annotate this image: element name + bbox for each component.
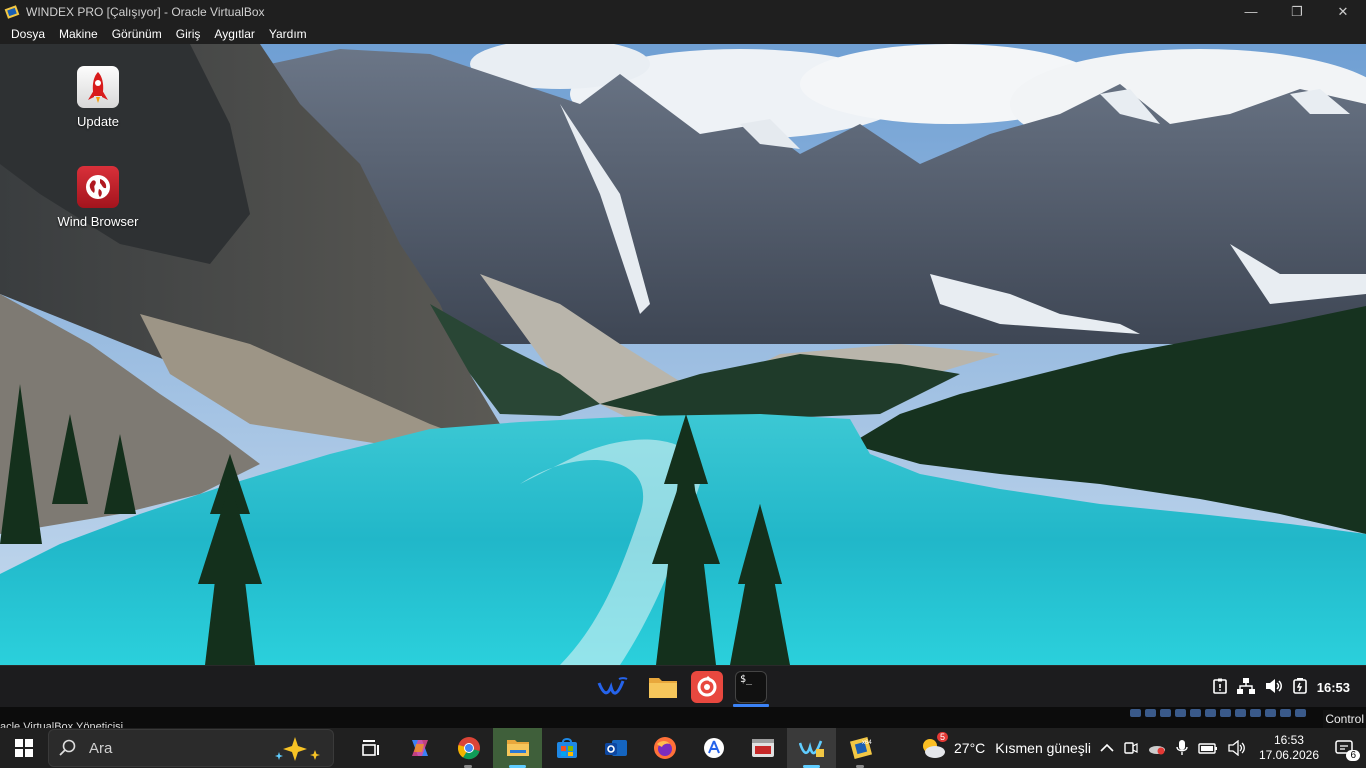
start-button[interactable] bbox=[0, 728, 48, 768]
guest-desktop: Update Wind Browser bbox=[0, 44, 1366, 665]
microphone-icon[interactable] bbox=[1176, 740, 1188, 756]
svg-text:x64: x64 bbox=[862, 740, 872, 746]
copilot-button[interactable] bbox=[395, 728, 444, 768]
desktop-icon-label: Update bbox=[77, 114, 119, 129]
host-taskbar: Ara x64 5 27°C Kısmen güneşli 16:53 17.0… bbox=[0, 728, 1366, 768]
chrome-button[interactable] bbox=[444, 728, 493, 768]
outlook-button[interactable] bbox=[591, 728, 640, 768]
weather-badge: 5 bbox=[936, 732, 948, 742]
firefox-icon bbox=[653, 737, 676, 759]
chrome-icon bbox=[457, 737, 480, 760]
guest-panel: $_ 16:53 bbox=[0, 665, 1366, 707]
notification-count: 6 bbox=[1346, 750, 1360, 761]
battery-status-icon[interactable] bbox=[1198, 741, 1218, 755]
sparkle-icon bbox=[275, 737, 320, 761]
vbox-status-bar: acle VirtualBox Yöneticisi Control bbox=[0, 707, 1366, 733]
notification-bell-icon[interactable]: 6 bbox=[1334, 738, 1360, 761]
store-icon bbox=[556, 738, 577, 758]
desktop-icon-label: Wind Browser bbox=[57, 214, 139, 229]
camera-icon[interactable] bbox=[1124, 740, 1138, 756]
window-title: WINDEX PRO [Çalışıyor] - Oracle VirtualB… bbox=[26, 4, 265, 19]
search-placeholder: Ara bbox=[89, 739, 113, 757]
browser-icon[interactable] bbox=[691, 671, 723, 703]
menu-makine[interactable]: Makine bbox=[52, 27, 105, 41]
desktop-wallpaper bbox=[0, 44, 1366, 665]
menu-dosya[interactable]: Dosya bbox=[4, 27, 52, 41]
copilot-icon bbox=[411, 740, 428, 756]
app-icon bbox=[703, 738, 724, 758]
host-key-label: Control bbox=[1323, 710, 1366, 728]
task-view-icon bbox=[361, 740, 379, 756]
close-button[interactable]: ✕ bbox=[1320, 0, 1366, 23]
guest-tray: 16:53 bbox=[1212, 666, 1350, 708]
terminal-icon[interactable]: $_ bbox=[735, 671, 767, 703]
file-explorer-button[interactable] bbox=[493, 728, 542, 768]
virtualbox-manager-button[interactable]: x64 bbox=[836, 728, 885, 768]
folder-icon[interactable] bbox=[647, 671, 679, 703]
virtualbox-icon: x64 bbox=[849, 736, 872, 760]
clipboard-icon[interactable] bbox=[1212, 678, 1227, 697]
file-explorer-icon bbox=[506, 740, 529, 756]
clock-time: 16:53 bbox=[1273, 733, 1304, 747]
wind-logo-icon[interactable] bbox=[597, 671, 629, 703]
virtualbox-logo-icon bbox=[4, 4, 20, 19]
snipping-tool-button[interactable] bbox=[738, 728, 787, 768]
onedrive-icon[interactable] bbox=[1148, 741, 1166, 755]
volume-icon[interactable] bbox=[1265, 678, 1283, 697]
battery-icon[interactable] bbox=[1292, 677, 1307, 697]
window-app-icon bbox=[751, 739, 774, 757]
chevron-up-icon[interactable] bbox=[1100, 743, 1114, 753]
menu-gorunum[interactable]: Görünüm bbox=[105, 27, 169, 41]
virtualbox-button[interactable] bbox=[787, 728, 836, 768]
task-view-button[interactable] bbox=[346, 728, 395, 768]
minimize-button[interactable]: — bbox=[1228, 0, 1274, 23]
vbox-menubar: Dosya Makine Görünüm Giriş Aygıtlar Yard… bbox=[0, 23, 1366, 44]
desktop-icon-update[interactable]: Update bbox=[48, 66, 148, 129]
vbox-status-icons[interactable] bbox=[1130, 709, 1306, 717]
weather-desc: Kısmen güneşli bbox=[995, 740, 1091, 756]
menu-yardim[interactable]: Yardım bbox=[262, 27, 314, 41]
wind-logo-icon bbox=[798, 740, 824, 757]
network-icon[interactable] bbox=[1236, 677, 1255, 697]
search-box[interactable]: Ara bbox=[48, 729, 334, 767]
menu-giris[interactable]: Giriş bbox=[169, 27, 208, 41]
speaker-icon[interactable] bbox=[1228, 740, 1246, 756]
menu-aygitlar[interactable]: Aygıtlar bbox=[207, 27, 261, 41]
firefox-button[interactable] bbox=[640, 728, 689, 768]
desktop-icon-wind-browser[interactable]: Wind Browser bbox=[48, 166, 148, 229]
globe-icon bbox=[77, 166, 119, 208]
app-installer-button[interactable] bbox=[689, 728, 738, 768]
guest-clock[interactable]: 16:53 bbox=[1317, 680, 1350, 695]
search-icon bbox=[59, 739, 76, 756]
weather-icon: 5 bbox=[920, 732, 948, 760]
store-button[interactable] bbox=[542, 728, 591, 768]
windows-logo-icon bbox=[15, 739, 33, 757]
outlook-icon bbox=[604, 740, 627, 756]
weather-widget[interactable]: 5 27°C Kısmen güneşli bbox=[920, 728, 1091, 768]
vbox-titlebar: WINDEX PRO [Çalışıyor] - Oracle VirtualB… bbox=[0, 0, 1366, 23]
taskbar-clock[interactable]: 16:53 17.06.2026 bbox=[1259, 733, 1319, 763]
weather-temp: 27°C bbox=[954, 740, 986, 756]
clock-date: 17.06.2026 bbox=[1258, 748, 1319, 762]
system-tray: 16:53 17.06.2026 6 bbox=[1095, 728, 1366, 768]
rocket-icon bbox=[77, 66, 119, 108]
restore-button[interactable]: ❐ bbox=[1274, 0, 1320, 23]
